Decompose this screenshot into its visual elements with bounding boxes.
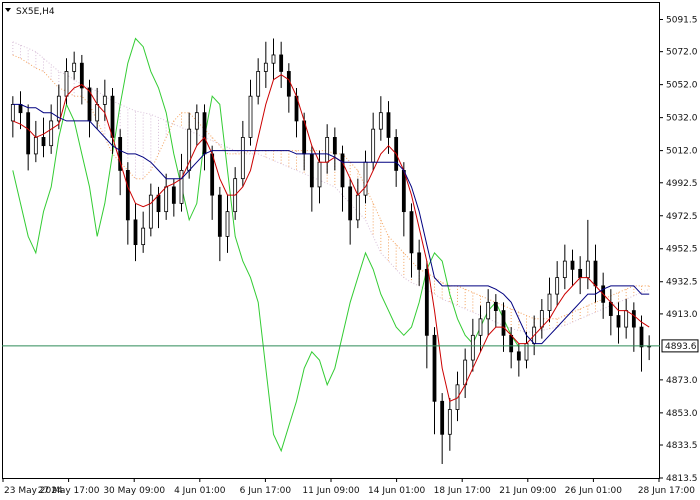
price-bar-body [248,95,253,138]
price-bar-body [631,310,636,328]
price-bar-body [371,128,376,163]
price-bar-body [509,334,514,353]
price-bar-body [355,194,360,221]
x-tick-label: 14 Jun 01:00 [368,486,425,496]
price-bar-body [217,194,222,237]
price-bar-body [585,260,590,279]
price-bar-body [102,95,107,105]
price-bar-body [378,112,383,130]
price-bar-body [256,71,261,97]
price-bar-body [171,186,176,204]
y-tick-label: 4813.5 [666,474,698,484]
price-bar-body [286,71,291,97]
x-tick-label: 11 Jun 09:00 [302,486,359,496]
price-bar-body [202,112,207,155]
price-bar-body [325,137,330,163]
price-bar-body [624,310,629,328]
x-tick-label: 30 May 09:00 [103,486,165,496]
price-bar-body [539,310,544,328]
price-bar-body [263,62,268,72]
price-bar-body [340,153,345,188]
price-bar-body [409,211,414,254]
y-tick-label: 5032.0 [666,114,698,124]
price-bar-body [578,268,583,279]
price-bar-body [95,104,100,122]
price-bar-body [271,54,276,64]
y-tick-label: 4952.5 [666,245,698,255]
x-tick-label: 26 Jun 01:00 [565,486,622,496]
price-bar-body [478,318,483,336]
price-bar-body [562,260,567,279]
price-bar-body [570,260,575,270]
price-bar-body [463,359,468,386]
price-bar-body [363,161,368,196]
y-tick-label: 4913.0 [666,310,698,320]
y-tick-label: 5091.5 [666,15,698,25]
price-bar-body [72,62,77,72]
price-bar-body [49,120,54,147]
x-tick-label: 18 Jun 17:00 [434,486,491,496]
price-bar-body [547,293,552,311]
price-bar-body [332,137,337,155]
price-bar-body [26,112,31,155]
price-bar-body [210,153,215,196]
price-bar-body [309,153,314,188]
y-tick-label: 4992.5 [666,179,698,189]
price-bar-body [10,104,15,122]
y-tick-label: 4833.5 [666,441,698,451]
y-tick-label: 4932.5 [666,278,698,288]
symbol-timeframe-label: SX5E,H4 [16,7,55,17]
price-bar-body [447,409,452,435]
y-tick-label: 5072.0 [666,48,698,58]
y-tick-label: 4972.5 [666,212,698,222]
price-bar-body [156,194,161,213]
price-bar-body [125,170,130,221]
price-bar-body [401,170,406,213]
x-tick-label: 27 May 17:00 [38,486,100,496]
x-tick-label: 4 Jun 01:00 [174,486,226,496]
price-bar-body [279,54,284,72]
price-bar-body [608,301,613,316]
price-bar-body [317,161,322,188]
current-price-label: 4893.6 [665,342,697,352]
price-bar-body [616,315,621,328]
price-bar-body [194,112,199,130]
price-bar-body [18,104,23,114]
y-tick-label: 5052.0 [666,81,698,91]
price-bar-body [386,112,391,138]
price-bar-body [470,334,475,361]
x-tick-label: 6 Jun 17:00 [240,486,292,496]
x-tick-label: 28 Jun 17:00 [638,486,695,496]
price-bar-body [141,227,146,246]
price-bar-body [33,137,38,155]
x-tick-label: 21 Jun 09:00 [499,486,556,496]
price-bar-body [516,351,521,361]
price-bar-body [493,301,498,311]
price-bar-body [110,95,115,138]
price-bar-body [240,137,245,180]
y-tick-label: 5012.0 [666,147,698,157]
price-bar-body [486,301,491,320]
price-bar-body [593,260,598,287]
price-bar-body [148,194,153,229]
price-bar-body [639,326,644,348]
y-tick-label: 4873.0 [666,376,698,386]
price-bar-body [133,219,138,246]
price-chart[interactable]: 5091.5 5072.0 5052.0 5032.0 5012.0 4992.5 4972… [0,0,700,500]
price-bar-body [440,400,445,435]
price-bar-body [555,277,560,295]
y-tick-label: 4853.0 [666,409,698,419]
price-bar-body [432,334,437,402]
price-bar-body [41,137,46,147]
price-bar-body [501,310,506,336]
current-price-tag: 4893.6 [661,339,699,353]
price-bar-body [424,268,429,336]
price-bar-body [64,71,69,97]
price-bar-body [225,211,230,237]
price-bar-body [348,186,353,221]
price-bar-body [164,186,169,213]
price-bar-body [417,252,422,270]
